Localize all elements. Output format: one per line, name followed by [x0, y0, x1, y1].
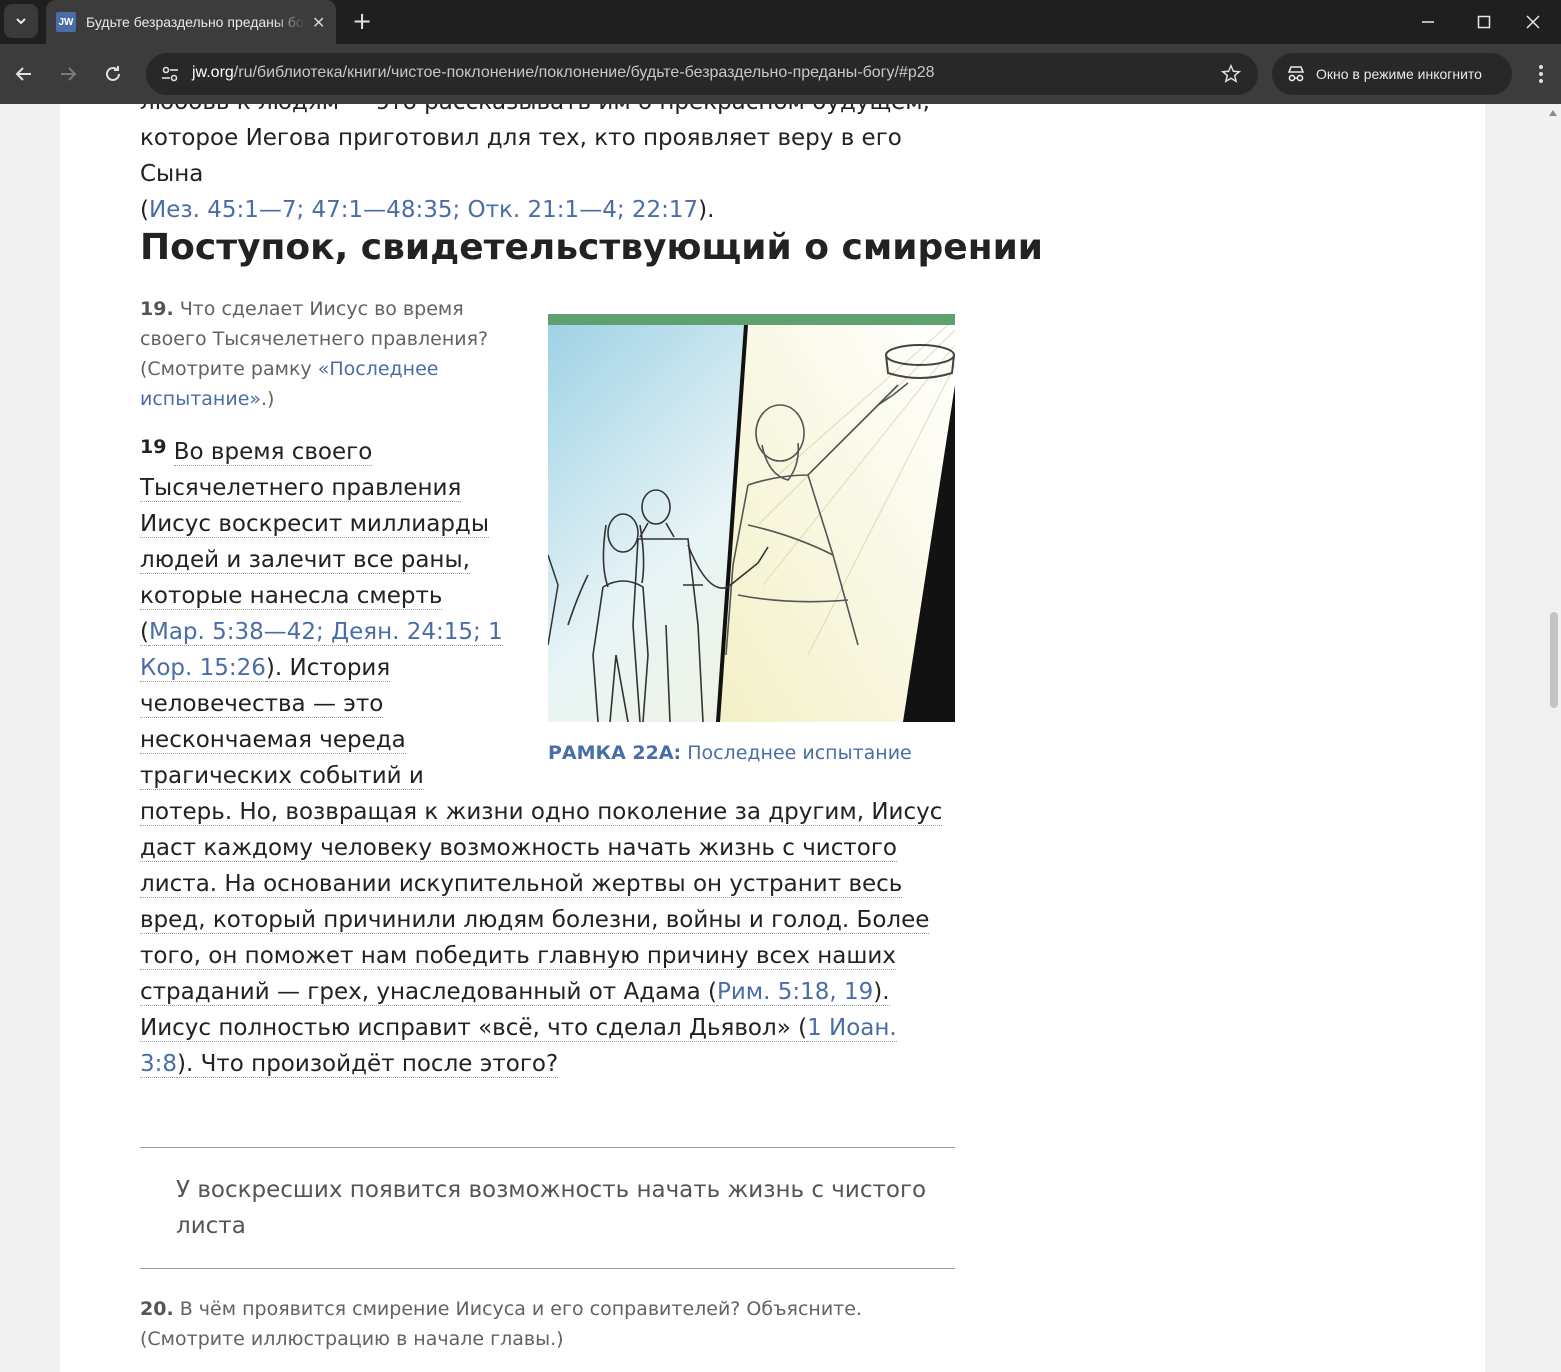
paragraph-19: 19 Во время своего Тысячелетнего правлен…	[140, 429, 955, 1082]
incognito-icon	[1287, 66, 1305, 82]
paragraph-number: 19	[140, 436, 167, 458]
jw-favicon-icon: JW	[56, 12, 76, 32]
question-number: 19.	[140, 298, 174, 320]
study-question-20: 20. В чём проявится смирение Иисуса и ег…	[140, 1298, 862, 1350]
page-content: любовь к людям — это рассказывать им о п…	[60, 104, 1485, 1372]
tab-title: Будьте безраздельно преданы богу	[86, 14, 306, 30]
figure-float-spacer	[505, 429, 955, 774]
browser-toolbar: jw.org/ru/библиотека/книги/чистое-поклон…	[0, 44, 1561, 104]
paragraph-text: ). Что произойдёт после этого?	[177, 1051, 559, 1078]
url-host: jw.org	[192, 64, 234, 81]
active-tab[interactable]: JW Будьте безраздельно преданы богу ✕	[46, 0, 336, 44]
url-path: /ru/библиотека/книги/чистое-поклонение/п…	[233, 64, 935, 81]
close-icon	[1526, 15, 1540, 29]
scroll-up-icon[interactable]	[1549, 110, 1557, 116]
close-window-button[interactable]	[1505, 0, 1561, 44]
divider	[140, 1268, 955, 1269]
tab-search-button[interactable]	[4, 4, 38, 38]
incognito-label: Окно в режиме инкогнито	[1316, 66, 1482, 82]
maximize-icon	[1477, 15, 1491, 29]
site-info-icon[interactable]	[160, 64, 180, 84]
text-line: (Иез. 45:1—7; 47:1—48:35; Отк. 21:1—4; 2…	[140, 197, 715, 223]
scripture-link[interactable]: Иез. 45:1—7; 47:1—48:35; Отк. 21:1—4; 22…	[149, 197, 698, 223]
new-tab-button[interactable]: +	[348, 7, 376, 35]
arrow-right-icon	[61, 67, 77, 81]
scrollbar-thumb[interactable]	[1550, 612, 1558, 708]
tab-close-icon[interactable]: ✕	[312, 13, 325, 32]
arrow-left-icon	[15, 67, 31, 81]
back-button[interactable]	[8, 58, 40, 90]
page-viewport: любовь к людям — это рассказывать им о п…	[0, 104, 1561, 1372]
url-text[interactable]: jw.org/ru/библиотека/книги/чистое-поклон…	[192, 64, 935, 82]
paragraph-18-end: любовь к людям — это рассказывать им о п…	[140, 104, 955, 228]
divider	[140, 1147, 955, 1148]
paragraph-text: Во время своего Тысячелетнего правления …	[140, 439, 489, 646]
scripture-link[interactable]: Рим. 5:18, 19	[716, 979, 874, 1006]
incognito-indicator[interactable]: Окно в режиме инкогнито	[1272, 53, 1512, 95]
reload-icon	[106, 66, 120, 81]
figure-accent-bar	[548, 314, 955, 325]
text-line: которое Иегова приготовил для тех, кто п…	[140, 125, 902, 187]
tab-strip: JW Будьте безраздельно преданы богу ✕ +	[0, 0, 1561, 44]
pull-quote: У воскресших появится возможность начать…	[176, 1177, 927, 1239]
reload-button[interactable]	[97, 58, 129, 90]
more-vertical-icon	[1539, 65, 1543, 83]
maximize-button[interactable]	[1456, 0, 1512, 44]
question-number: 20.	[140, 1298, 174, 1320]
forward-button[interactable]	[52, 58, 84, 90]
text-line: любовь к людям — это рассказывать им о п…	[140, 104, 955, 120]
browser-menu-button[interactable]	[1528, 60, 1554, 88]
article: любовь к людям — это рассказывать им о п…	[140, 104, 1043, 1350]
bookmark-star-icon[interactable]	[1220, 63, 1242, 85]
chevron-down-icon	[16, 18, 26, 25]
paragraph-19-wrap: 19 Во время своего Тысячелетнего правлен…	[140, 429, 955, 1082]
page-scrollbar[interactable]	[1545, 104, 1561, 1372]
address-bar[interactable]: jw.org/ru/библиотека/книги/чистое-поклон…	[146, 53, 1258, 95]
study-question-19: 19. Что сделает Иисус во время своего Ты…	[140, 298, 489, 410]
section-heading: Поступок, свидетельствующий о смирении	[140, 227, 1044, 268]
minimize-button[interactable]	[1400, 0, 1456, 44]
minimize-icon	[1422, 21, 1434, 23]
